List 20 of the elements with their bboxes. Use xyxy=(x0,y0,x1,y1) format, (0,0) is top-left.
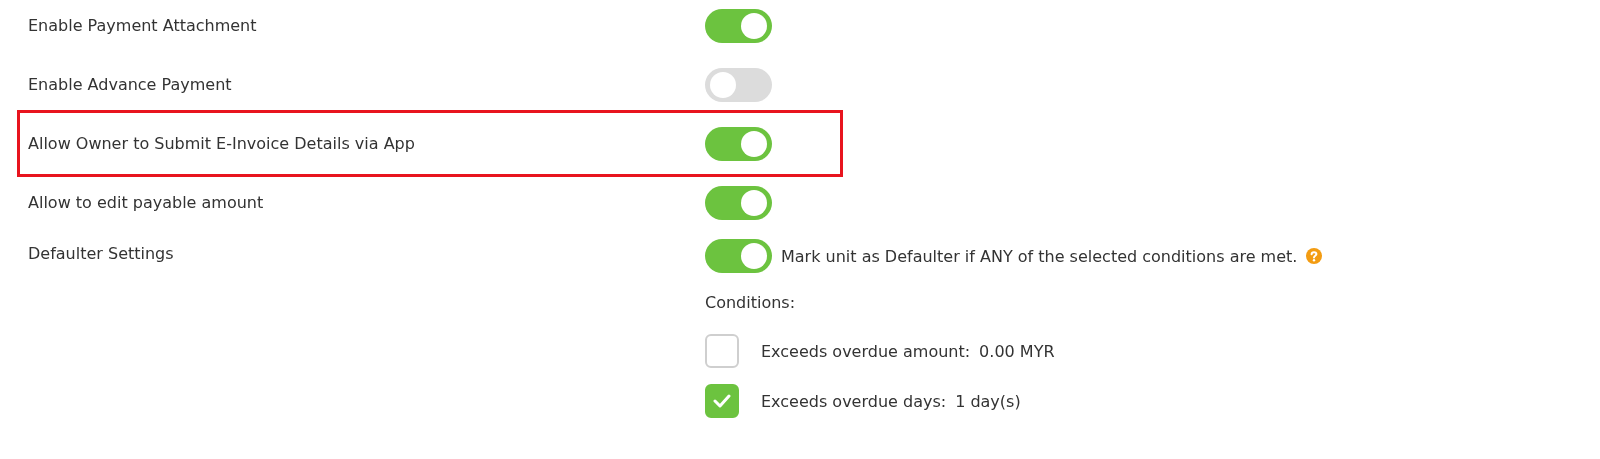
condition-value: 1 day(s) xyxy=(955,391,1021,411)
setting-label: Defaulter Settings xyxy=(28,243,175,263)
toggle-switch[interactable] xyxy=(705,239,772,273)
setting-label: Allow Owner to Submit E-Invoice Details via App xyxy=(28,134,416,153)
setting-label: Enable Advance Payment xyxy=(28,75,233,94)
help-icon[interactable] xyxy=(1306,248,1323,264)
setting-label: Enable Payment Attachment xyxy=(28,16,258,35)
conditions-heading: Conditions: xyxy=(705,293,797,312)
toggle-switch[interactable] xyxy=(705,8,772,43)
defaulter-description: Mark unit as Defaulter if ANY of the selected conditions are met. xyxy=(781,246,1298,266)
toggle-switch[interactable] xyxy=(705,126,772,161)
condition-value: 0.00 MYR xyxy=(979,341,1055,361)
setting-label: Allow to edit payable amount xyxy=(28,193,265,212)
checkbox[interactable] xyxy=(705,334,739,368)
checkmark-icon xyxy=(713,394,731,408)
condition-label: Exceeds overdue amount: xyxy=(761,341,971,361)
condition-label: Exceeds overdue days: xyxy=(761,391,947,411)
toggle-switch[interactable] xyxy=(705,185,772,220)
toggle-switch[interactable] xyxy=(705,67,772,102)
checkbox[interactable] xyxy=(705,384,739,418)
